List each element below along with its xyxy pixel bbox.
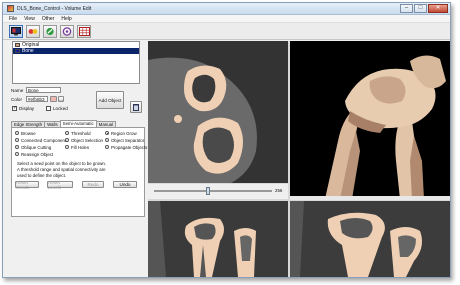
menu-help[interactable]: Help [61, 16, 71, 22]
control-panel: Original Bone Name Bone Color #efb8b3 ..… [6, 41, 148, 277]
display-checkbox[interactable]: ✓ [12, 106, 17, 111]
locked-label: Locked [53, 106, 68, 111]
colors-icon[interactable] [26, 24, 40, 38]
radio-oblique-cutting[interactable] [15, 145, 19, 149]
redo-button[interactable]: Redo [82, 181, 104, 188]
axial-slice-image [148, 41, 288, 183]
color-label: Color [11, 97, 22, 102]
sagittal-slice-view[interactable] [290, 201, 450, 277]
slice-slider-row: 256 [148, 184, 288, 199]
radio-region-grow[interactable] [105, 131, 109, 135]
semi-automatic-panel: Browse Connected Components Oblique Cutt… [11, 127, 148, 217]
name-label: Name [11, 88, 24, 93]
help-text: used to define the object. [17, 173, 67, 178]
menu-other[interactable]: Other [42, 16, 55, 22]
coronal-slice-view[interactable] [148, 201, 288, 277]
coronal-slice-image [148, 201, 288, 277]
object-list[interactable]: Original Bone [12, 41, 140, 84]
reset-levels-button[interactable]: Reset Levels [47, 180, 73, 190]
slice-slider-thumb[interactable] [206, 187, 210, 195]
tool-label: Propagate Objects [111, 145, 148, 150]
minimize-button[interactable]: – [400, 4, 413, 13]
3d-render-view[interactable] [290, 41, 450, 199]
reset-seeds-button[interactable]: Reset Seeds [15, 180, 39, 190]
name-field[interactable]: Bone [26, 87, 61, 93]
app-window: DLS_Bone_Control - Volume Edit – □ ✕ Fil… [2, 2, 451, 278]
viewport-area: 256 [148, 41, 450, 277]
tool-label: Browse [21, 131, 36, 136]
3d-view-scrollbar[interactable] [290, 196, 450, 200]
color-swatch-button[interactable] [50, 96, 57, 102]
locked-checkbox[interactable] [46, 106, 51, 111]
radio-object-separator[interactable] [105, 138, 109, 142]
3d-bone-render [290, 41, 450, 199]
window-title: DLS_Bone_Control - Volume Edit [17, 5, 92, 12]
undo-button[interactable]: Undo [113, 181, 137, 188]
axial-slice-view[interactable] [148, 41, 288, 183]
menu-file[interactable]: File [9, 16, 17, 22]
slice-slider-track[interactable] [154, 190, 272, 192]
app-icon [7, 5, 14, 12]
tab-semi-automatic[interactable]: Semi-Automatic [59, 120, 97, 127]
wand-icon[interactable] [43, 24, 57, 38]
menu-view[interactable]: View [24, 16, 35, 22]
tool-label: Object Separator [111, 138, 145, 143]
radio-propagate-objects[interactable] [105, 145, 109, 149]
radio-browse[interactable] [15, 131, 19, 135]
monitor-icon[interactable] [9, 24, 23, 38]
object-row-bone[interactable]: Bone [13, 48, 139, 54]
color-picker-button[interactable]: ... [58, 96, 64, 102]
toolbar [3, 23, 450, 40]
maximize-button[interactable]: □ [414, 4, 427, 13]
help-text: Select a seed point on the object to be … [17, 161, 107, 166]
tool-label: Connected Components [21, 138, 69, 143]
radio-connected-components[interactable] [15, 138, 19, 142]
radio-reassign-object[interactable] [15, 152, 19, 156]
color-field[interactable]: #efb8b3 [26, 96, 48, 102]
slice-value: 256 [275, 188, 283, 193]
tool-label: Reassign Object [21, 152, 54, 157]
tool-label: Oblique Cutting [21, 145, 52, 150]
grid-icon[interactable] [77, 24, 91, 38]
trash-icon [133, 104, 139, 111]
object-color-swatch [15, 43, 20, 47]
title-bar: DLS_Bone_Control - Volume Edit – □ ✕ [3, 3, 450, 15]
delete-object-button[interactable] [130, 101, 142, 113]
tool-label: Threshold [71, 131, 91, 136]
add-object-button[interactable]: Add Object [96, 91, 124, 109]
object-color-swatch [15, 49, 20, 53]
menu-bar: File View Other Help [3, 15, 450, 23]
radio-threshold[interactable] [65, 131, 69, 135]
tool-label: Region Grow [111, 131, 137, 136]
radio-object-selection[interactable] [65, 138, 69, 142]
help-text: A threshold range and spatial connectivi… [17, 167, 106, 172]
tool-label: Fill Holes [71, 145, 90, 150]
window-controls: – □ ✕ [399, 4, 448, 13]
object-label: Bone [22, 48, 34, 54]
display-label: Display [19, 106, 35, 111]
close-button[interactable]: ✕ [428, 4, 448, 13]
tool-label: Object Selection [71, 138, 103, 143]
palette-icon[interactable] [60, 24, 74, 38]
radio-fill-holes[interactable] [65, 145, 69, 149]
sagittal-slice-image [290, 201, 450, 277]
